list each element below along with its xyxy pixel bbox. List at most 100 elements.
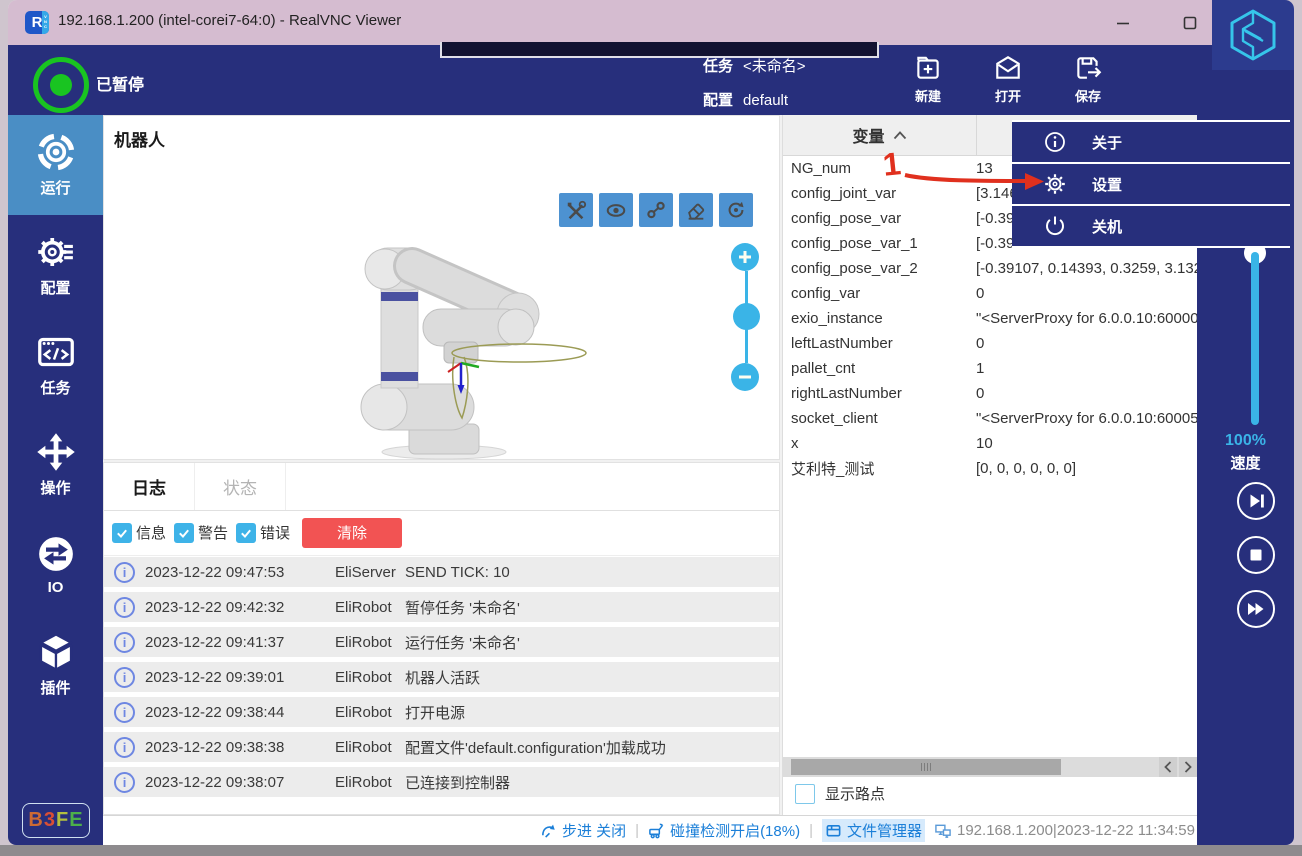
fast-forward-button[interactable] (1237, 590, 1275, 628)
sidebar-item-label: 配置 (40, 277, 70, 298)
window-title: 192.168.1.200 (intel-corei7-64:0) - Real… (58, 12, 401, 29)
info-icon: i (114, 737, 135, 758)
filter-warning-checkbox[interactable]: 警告 (174, 522, 228, 543)
menu-item-label: 设置 (1092, 174, 1122, 195)
robot-state-label: 已暂停 (96, 71, 144, 95)
menu-item-label: 关机 (1092, 216, 1122, 237)
new-task-button[interactable]: 新建 (895, 53, 961, 109)
log-filters: 信息 警告 错误 清除 (104, 510, 779, 556)
step-next-button[interactable] (1237, 482, 1275, 520)
filter-info-checkbox[interactable]: 信息 (112, 522, 166, 543)
menu-item-shutdown[interactable]: 关机 (1012, 204, 1290, 246)
system-menu-button[interactable] (1212, 0, 1294, 70)
maximize-icon (1183, 16, 1197, 30)
desktop-strip (0, 845, 1302, 856)
show-waypoints-checkbox[interactable]: 显示路点 (795, 783, 885, 804)
minimize-button[interactable] (1108, 14, 1138, 32)
badge-char: F (56, 809, 69, 832)
vnc-toolbar[interactable] (440, 42, 879, 58)
log-message: 运行任务 '未命名' (405, 632, 779, 653)
horizontal-scrollbar[interactable] (783, 757, 1197, 777)
collapse-icon[interactable] (893, 131, 907, 140)
variable-value: [0, 0, 0, 0, 0, 0] (976, 460, 1197, 477)
sidebar-item-io[interactable]: IO (8, 515, 103, 615)
filter-error-checkbox[interactable]: 错误 (236, 522, 290, 543)
zoom-in-button[interactable] (731, 243, 759, 271)
annotation-arrow (901, 165, 1046, 195)
variable-row[interactable]: rightLastNumber0 (783, 381, 1197, 406)
log-row: i 2023-12-22 09:41:37 EliRobot 运行任务 '未命名… (104, 627, 779, 657)
info-icon: i (114, 597, 135, 618)
variable-value: 1 (976, 360, 1197, 377)
filter-label: 警告 (198, 522, 228, 543)
sidebar: 运行 配置 任务 操作 (8, 115, 103, 845)
variable-name: 艾利特_测试 (783, 458, 976, 479)
variable-name: x (783, 435, 976, 452)
step-mode-toggle[interactable]: 步进 关闭 (540, 820, 626, 841)
speed-value: 100% (1197, 432, 1294, 450)
variable-row[interactable]: config_var0 (783, 281, 1197, 306)
minus-icon (737, 369, 753, 385)
stop-icon (1239, 538, 1273, 572)
sidebar-item-config[interactable]: 配置 (8, 215, 103, 315)
variable-row[interactable]: pallet_cnt1 (783, 356, 1197, 381)
variable-row[interactable]: socket_client"<ServerProxy for 6.0.0.10:… (783, 406, 1197, 431)
config-gear-icon (36, 232, 76, 272)
variable-value: 0 (976, 385, 1197, 402)
menu-item-label: 关于 (1092, 132, 1122, 153)
zoom-out-button[interactable] (731, 363, 759, 391)
variable-row[interactable]: x10 (783, 431, 1197, 456)
elite-logo-icon (1227, 7, 1279, 63)
collision-icon (648, 822, 665, 839)
open-task-button[interactable]: 打开 (975, 53, 1041, 109)
scroll-left-arrow[interactable] (1159, 757, 1177, 777)
sidebar-item-task[interactable]: 任务 (8, 315, 103, 415)
stop-button[interactable] (1237, 536, 1275, 574)
open-task-icon (993, 53, 1023, 83)
scrollbar-thumb[interactable] (791, 759, 1061, 775)
show-waypoints-label: 显示路点 (825, 783, 885, 804)
tab-log[interactable]: 日志 (104, 463, 195, 510)
task-code-icon (36, 332, 76, 372)
run-icon (36, 132, 76, 172)
scroll-right-arrow[interactable] (1179, 757, 1197, 777)
variables-header-label: 变量 (852, 123, 884, 147)
sidebar-item-operate[interactable]: 操作 (8, 415, 103, 515)
menu-item-settings[interactable]: 设置 (1012, 162, 1290, 204)
power-icon (1042, 215, 1068, 237)
tab-status[interactable]: 状态 (195, 463, 286, 510)
save-button[interactable]: 保存 (1055, 53, 1121, 109)
variable-value: "<ServerProxy for 6.0.0.10:60000, (976, 310, 1197, 327)
variable-row[interactable]: config_pose_var_2[-0.39107, 0.14393, 0.3… (783, 256, 1197, 281)
log-time: 2023-12-22 09:38:38 (145, 739, 335, 756)
speed-slider-track[interactable] (1251, 252, 1259, 425)
maximize-button[interactable] (1175, 14, 1205, 32)
robot-3d-viewport[interactable] (104, 116, 781, 461)
collision-detection-toggle[interactable]: 碰撞检测开启(18%) (648, 820, 800, 841)
variable-value: 0 (976, 285, 1197, 302)
io-swap-icon (36, 534, 76, 574)
zoom-slider-thumb[interactable] (733, 303, 760, 330)
variable-name: socket_client (783, 410, 976, 427)
checkbox-checked-icon (112, 523, 132, 543)
step-mode-label: 步进 关闭 (562, 820, 626, 841)
collision-label: 碰撞检测开启(18%) (670, 820, 800, 841)
file-manager-button[interactable]: 文件管理器 (822, 819, 925, 842)
sidebar-item-plugin[interactable]: 插件 (8, 615, 103, 715)
info-icon (1042, 131, 1068, 153)
menu-item-about[interactable]: 关于 (1012, 122, 1290, 162)
info-icon: i (114, 632, 135, 653)
new-task-label: 新建 (915, 86, 941, 105)
save-icon (1073, 53, 1103, 83)
variable-row[interactable]: exio_instance"<ServerProxy for 6.0.0.10:… (783, 306, 1197, 331)
log-source: EliRobot (335, 599, 405, 616)
sidebar-item-run[interactable]: 运行 (8, 115, 103, 215)
log-source: EliServer (335, 564, 405, 581)
variable-row[interactable]: leftLastNumber0 (783, 331, 1197, 356)
minimize-icon (1116, 16, 1130, 30)
plus-icon (737, 249, 753, 265)
log-row: i 2023-12-22 09:38:38 EliRobot 配置文件'defa… (104, 732, 779, 762)
clear-log-button[interactable]: 清除 (302, 518, 402, 548)
info-icon: i (114, 667, 135, 688)
variable-row[interactable]: 艾利特_测试[0, 0, 0, 0, 0, 0] (783, 456, 1197, 481)
